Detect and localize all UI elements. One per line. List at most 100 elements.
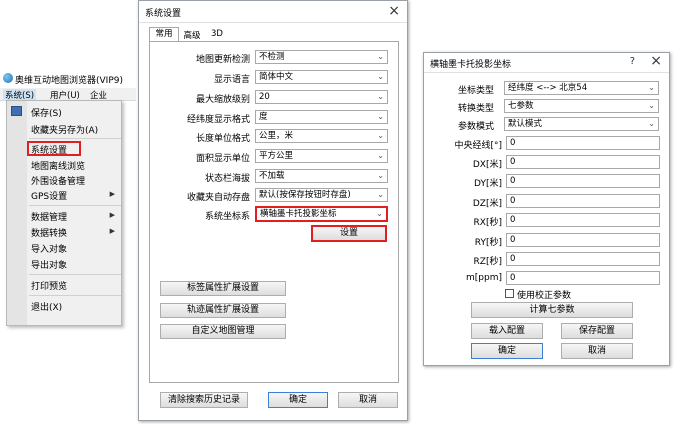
length-unit-select[interactable]: 公里，米 ⌄ — [255, 129, 388, 143]
mercator-dialog: 横轴墨卡托投影坐标 ? × 坐标类型 经纬度 <--> 北京54 ⌄ 转换类型 七… — [423, 52, 670, 366]
menu-item-save[interactable]: 保存(S) — [31, 106, 62, 119]
settings-dialog: 系统设置 × 常用 高级 3D 地图更新检测 不检测 ⌄ 显示语言 简体中文 ⌄ 最… — [138, 0, 408, 421]
chevron-down-icon: ⌄ — [377, 52, 384, 61]
menu-separator — [29, 205, 121, 206]
altitude-select[interactable]: 不加载 ⌄ — [255, 169, 388, 183]
menu-separator — [29, 295, 121, 296]
menu-item-system-settings[interactable]: 系统设置 — [31, 143, 67, 156]
param-label: DX[米] — [472, 160, 502, 170]
track-ext-button[interactable]: 轨迹属性扩展设置 — [160, 303, 286, 318]
row-label: 最大缩放级别 — [195, 95, 250, 105]
param-label: RZ[秒] — [473, 257, 502, 267]
save-icon — [11, 106, 22, 116]
close-icon[interactable]: × — [388, 3, 400, 19]
param-label: m[ppm] — [466, 273, 502, 283]
chevron-down-icon: ⌄ — [377, 72, 384, 81]
param-label: DZ[米] — [472, 199, 502, 209]
mercator-cancel-button[interactable]: 取消 — [561, 343, 633, 359]
chevron-down-icon: ⌄ — [377, 131, 384, 140]
convert-type-select[interactable]: 七参数 ⌄ — [504, 99, 659, 113]
param-label: DY[米] — [474, 179, 502, 189]
ry-input[interactable]: 0 — [506, 233, 660, 247]
chevron-down-icon: ⌄ — [377, 190, 384, 199]
tab-3d[interactable]: 3D — [207, 29, 227, 41]
save-config-button[interactable]: 保存配置 — [561, 323, 633, 339]
settings-title: 系统设置 — [145, 9, 182, 19]
language-select[interactable]: 简体中文 ⌄ — [255, 70, 388, 84]
coordinate-system-select[interactable]: 横轴墨卡托投影坐标 ⌄ — [255, 206, 388, 222]
close-icon[interactable]: × — [650, 53, 662, 69]
chevron-down-icon: ⌄ — [648, 101, 655, 110]
autosave-select[interactable]: 默认(按保存按钮时存盘) ⌄ — [255, 188, 388, 202]
chevron-down-icon: ⌄ — [377, 151, 384, 160]
load-config-button[interactable]: 载入配置 — [471, 323, 543, 339]
menu-item-print-preview[interactable]: 打印预览 — [31, 279, 67, 292]
submenu-arrow-icon: ▶ — [109, 227, 115, 235]
row-label: 参数模式 — [457, 122, 494, 132]
row-label: 坐标类型 — [457, 86, 494, 96]
row-label: 长度单位格式 — [195, 134, 250, 144]
ok-button[interactable]: 确定 — [268, 392, 328, 408]
chevron-down-icon: ⌄ — [376, 209, 383, 218]
param-label: 中央经线[°] — [454, 141, 502, 151]
cancel-button[interactable]: 取消 — [338, 392, 398, 408]
menu-item-data-manage[interactable]: 数据管理 — [31, 210, 67, 223]
mercator-title: 横轴墨卡托投影坐标 — [430, 60, 512, 70]
param-mode-select[interactable]: 默认模式 ⌄ — [504, 117, 659, 131]
menu-item-export[interactable]: 导出对象 — [31, 258, 67, 271]
rx-input[interactable]: 0 — [506, 213, 660, 227]
menu-separator — [29, 274, 121, 275]
row-label: 状态栏海拔 — [204, 174, 250, 184]
row-label: 系统坐标系 — [204, 212, 250, 222]
chevron-down-icon: ⌄ — [648, 119, 655, 128]
calc-seven-params-button[interactable]: 计算七参数 — [471, 302, 633, 318]
correction-label: 使用校正参数 — [517, 291, 572, 301]
area-unit-select[interactable]: 平方公里 ⌄ — [255, 149, 388, 163]
menu-item-gps[interactable]: GPS设置 — [31, 189, 67, 202]
chevron-down-icon: ⌄ — [377, 92, 384, 101]
menu-item-import[interactable]: 导入对象 — [31, 242, 67, 255]
row-label: 显示语言 — [213, 75, 250, 85]
scale-ppm-input[interactable]: 0 — [506, 271, 660, 285]
update-check-select[interactable]: 不检测 ⌄ — [255, 50, 388, 64]
menu-separator — [29, 138, 121, 139]
coord-type-select[interactable]: 经纬度 <--> 北京54 ⌄ — [504, 81, 659, 95]
row-label: 地图更新检测 — [195, 55, 250, 65]
chevron-down-icon: ⌄ — [377, 171, 384, 180]
param-label: RY[秒] — [474, 238, 502, 248]
mercator-ok-button[interactable]: 确定 — [471, 343, 543, 359]
submenu-arrow-icon: ▶ — [109, 190, 115, 198]
row-label: 收藏夹自动存盘 — [186, 193, 250, 203]
correction-checkbox[interactable] — [505, 289, 514, 298]
max-zoom-select[interactable]: 20 ⌄ — [255, 90, 388, 104]
dx-input[interactable]: 0 — [506, 155, 660, 169]
browser-window: 奥维互动地图浏览器(VIP9) 系统(S) 用户(U) 企业 保存(S) 收藏夹… — [0, 66, 136, 326]
custom-map-button[interactable]: 自定义地图管理 — [160, 324, 286, 339]
central-meridian-input[interactable]: 0 — [506, 136, 660, 150]
menu-item-peripheral[interactable]: 外围设备管理 — [31, 174, 85, 187]
chevron-down-icon: ⌄ — [648, 83, 655, 92]
browser-title: 奥维互动地图浏览器(VIP9) — [15, 76, 123, 86]
label-ext-button[interactable]: 标签属性扩展设置 — [160, 281, 286, 296]
clear-history-button[interactable]: 清除搜索历史记录 — [160, 392, 248, 408]
rz-input[interactable]: 0 — [506, 252, 660, 266]
dy-input[interactable]: 0 — [506, 174, 660, 188]
row-label: 经纬度显示格式 — [186, 115, 250, 125]
dz-input[interactable]: 0 — [506, 194, 660, 208]
help-icon[interactable]: ? — [630, 56, 635, 67]
tab-common[interactable]: 常用 — [149, 27, 179, 41]
tab-advanced[interactable]: 高级 — [180, 29, 204, 41]
menu-item-exit[interactable]: 退出(X) — [31, 300, 62, 313]
mercator-titlebar: 横轴墨卡托投影坐标 ? × — [424, 53, 669, 73]
settings-titlebar: 系统设置 × — [139, 1, 407, 23]
chevron-down-icon: ⌄ — [377, 112, 384, 121]
param-label: RX[秒] — [473, 218, 502, 228]
menu-item-save-favorites[interactable]: 收藏夹另存为(A) — [31, 123, 98, 136]
submenu-arrow-icon: ▶ — [109, 211, 115, 219]
row-label: 面积显示单位 — [195, 154, 250, 164]
menu-item-offline-browse[interactable]: 地图离线浏览 — [31, 159, 85, 172]
setup-button[interactable]: 设置 — [311, 225, 387, 242]
row-label: 转换类型 — [457, 104, 494, 114]
latlng-format-select[interactable]: 度 ⌄ — [255, 110, 388, 124]
menu-item-data-convert[interactable]: 数据转换 — [31, 226, 67, 239]
